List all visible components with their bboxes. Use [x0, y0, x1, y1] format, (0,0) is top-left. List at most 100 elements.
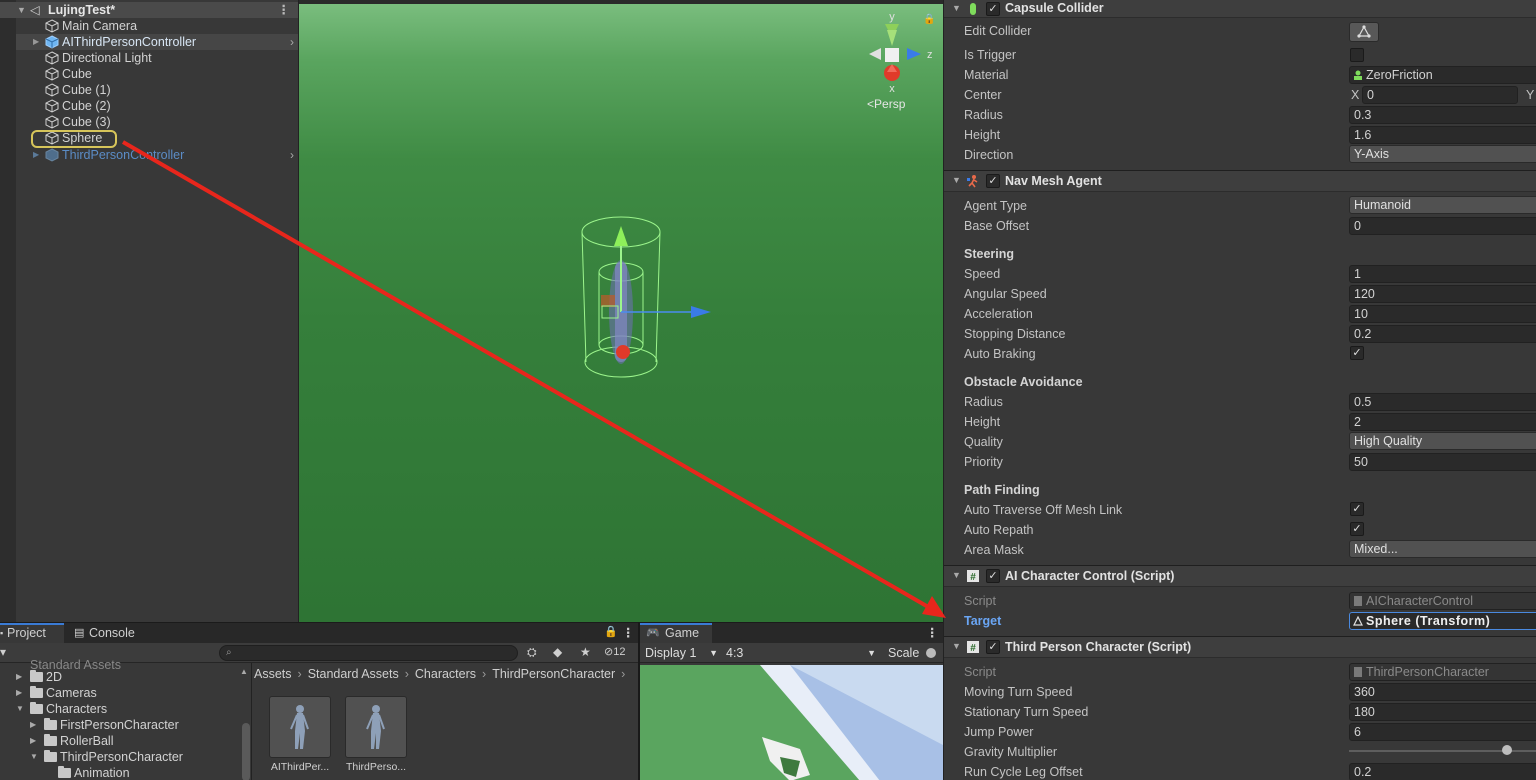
- chevron-right-icon[interactable]: ›: [290, 147, 294, 163]
- direction-dropdown[interactable]: Y-Axis: [1349, 145, 1536, 163]
- scale-slider[interactable]: Scale: [882, 643, 942, 663]
- gameobject-cube-icon: [45, 115, 59, 129]
- hierarchy-item-ai-third-person-controller[interactable]: ▶ AIThirdPersonController ›: [16, 34, 298, 50]
- chevron-right-icon[interactable]: ›: [290, 34, 294, 50]
- asset-thumbnail-third-person[interactable]: [345, 696, 407, 758]
- expand-triangle-icon[interactable]: ▶: [30, 717, 36, 733]
- oa-height-field[interactable]: 2: [1349, 413, 1536, 431]
- base-offset-field[interactable]: 0: [1349, 217, 1536, 235]
- kebab-menu-icon[interactable]: ⋮: [278, 2, 291, 18]
- breadcrumb-item[interactable]: Assets: [254, 667, 292, 681]
- scene-name: LujingTest*: [48, 3, 116, 17]
- foldout-icon[interactable]: ▼: [952, 3, 961, 13]
- stationary-turn-speed-field[interactable]: 180: [1349, 703, 1536, 721]
- jump-power-label: Jump Power: [964, 725, 1034, 739]
- ai-character-control-header[interactable]: ▼ # ✓ AI Character Control (Script): [944, 565, 1536, 587]
- favorite-star-icon[interactable]: ★: [580, 645, 591, 659]
- gravity-multiplier-slider-handle[interactable]: [1502, 745, 1512, 755]
- tree-item-standard-assets[interactable]: Standard Assets: [30, 657, 121, 673]
- foldout-icon[interactable]: ▼: [952, 641, 961, 651]
- hierarchy-item-cube-3[interactable]: Cube (3): [16, 114, 298, 130]
- game-panel: 🎮 Game ⋮ Display 1 ▼ 4:3 ▼ Scale: [640, 622, 943, 780]
- edit-collider-button[interactable]: [1349, 22, 1379, 42]
- oa-radius-field[interactable]: 0.5: [1349, 393, 1536, 411]
- hierarchy-item-third-person-controller[interactable]: ▶ ThirdPersonController ›: [16, 147, 298, 163]
- stopping-distance-field[interactable]: 0.2: [1349, 325, 1536, 343]
- search-by-label-icon[interactable]: ◆: [553, 645, 562, 659]
- scale-slider-handle[interactable]: [926, 648, 936, 658]
- angular-speed-field[interactable]: 120: [1349, 285, 1536, 303]
- is-trigger-checkbox[interactable]: [1350, 48, 1364, 62]
- quality-dropdown[interactable]: High Quality: [1349, 432, 1536, 450]
- game-view[interactable]: [640, 665, 943, 780]
- nav-mesh-agent-header[interactable]: ▼ ✓ Nav Mesh Agent: [944, 170, 1536, 192]
- breadcrumb-item[interactable]: Characters: [415, 667, 476, 681]
- agent-type-dropdown[interactable]: Humanoid: [1349, 196, 1536, 214]
- auto-repath-checkbox[interactable]: ✓: [1350, 522, 1364, 536]
- base-offset-value: 0: [1354, 219, 1361, 233]
- tab-console[interactable]: ▤ Console: [68, 623, 148, 643]
- asset-thumbnail-ai-third-person[interactable]: [269, 696, 331, 758]
- search-by-type-icon[interactable]: ⛭: [527, 645, 537, 660]
- aspect-dropdown[interactable]: 4:3 ▼: [722, 643, 878, 663]
- run-cycle-leg-offset-field[interactable]: 0.2: [1349, 763, 1536, 780]
- breadcrumb-item[interactable]: Standard Assets: [308, 667, 399, 681]
- expand-triangle-icon[interactable]: ▶: [33, 147, 39, 163]
- scroll-up-icon[interactable]: ▲: [240, 667, 248, 676]
- gizmo-z-label: z: [927, 49, 933, 61]
- third-person-character-header[interactable]: ▼ # ✓ Third Person Character (Script): [944, 636, 1536, 658]
- tree-scrollbar[interactable]: [242, 723, 250, 780]
- scene-view[interactable]: y z x <Persp 🔒: [298, 0, 943, 622]
- center-x-field[interactable]: 0: [1362, 86, 1518, 104]
- kebab-menu-icon[interactable]: ⋮: [926, 625, 939, 640]
- hierarchy-item-directional-light[interactable]: Directional Light: [16, 50, 298, 66]
- tree-item-label: RollerBall: [60, 734, 114, 748]
- component-enabled-checkbox[interactable]: ✓: [986, 2, 1000, 16]
- tab-project[interactable]: ▪ Project: [0, 623, 64, 643]
- target-field[interactable]: Sphere (Transform): [1349, 612, 1536, 630]
- tab-game[interactable]: 🎮 Game: [640, 623, 712, 643]
- height-field[interactable]: 1.6: [1349, 126, 1536, 144]
- hierarchy-item-main-camera[interactable]: Main Camera: [16, 18, 298, 34]
- expand-triangle-icon[interactable]: ▼: [16, 701, 24, 717]
- expand-triangle-icon[interactable]: ▶: [30, 733, 36, 749]
- projection-label[interactable]: <Persp: [867, 97, 905, 111]
- gizmo-y-label: y: [889, 11, 895, 23]
- speed-field[interactable]: 1: [1349, 265, 1536, 283]
- area-mask-label: Area Mask: [964, 543, 1024, 557]
- expand-triangle-icon[interactable]: ▶: [16, 669, 22, 685]
- component-enabled-checkbox[interactable]: ✓: [986, 640, 1000, 654]
- lock-icon[interactable]: 🔒: [923, 14, 935, 25]
- auto-traverse-checkbox[interactable]: ✓: [1350, 502, 1364, 516]
- scene-root-row[interactable]: ▼ ◁ LujingTest* ⋮: [0, 2, 298, 18]
- hierarchy-item-cube-2[interactable]: Cube (2): [16, 98, 298, 114]
- create-dropdown-icon[interactable]: ▾: [0, 645, 6, 659]
- lock-icon[interactable]: 🔒: [604, 625, 618, 638]
- component-enabled-checkbox[interactable]: ✓: [986, 174, 1000, 188]
- material-field[interactable]: ZeroFriction: [1349, 66, 1536, 84]
- project-search-input[interactable]: ⌕: [219, 645, 518, 661]
- display-dropdown[interactable]: Display 1 ▼: [640, 643, 720, 663]
- breadcrumb-item[interactable]: ThirdPersonCharacter: [492, 667, 615, 681]
- priority-field[interactable]: 50: [1349, 453, 1536, 471]
- kebab-menu-icon[interactable]: ⋮: [622, 625, 635, 640]
- hierarchy-item-cube-1[interactable]: Cube (1): [16, 82, 298, 98]
- expand-triangle-icon[interactable]: ▼: [30, 749, 38, 765]
- capsule-collider-header[interactable]: ▼ ✓ Capsule Collider: [944, 0, 1536, 18]
- area-mask-dropdown[interactable]: Mixed...: [1349, 540, 1536, 558]
- foldout-icon[interactable]: ▼: [952, 570, 961, 580]
- jump-power-field[interactable]: 6: [1349, 723, 1536, 741]
- hierarchy-item-cube[interactable]: Cube: [16, 66, 298, 82]
- foldout-icon[interactable]: ▼: [952, 175, 961, 185]
- radius-field[interactable]: 0.3: [1349, 106, 1536, 124]
- component-enabled-checkbox[interactable]: ✓: [986, 569, 1000, 583]
- expand-triangle-icon[interactable]: ▶: [33, 34, 39, 50]
- moving-turn-speed-field[interactable]: 360: [1349, 683, 1536, 701]
- scale-label: Scale: [888, 646, 920, 660]
- acceleration-field[interactable]: 10: [1349, 305, 1536, 323]
- edit-shape-icon: [1357, 25, 1371, 38]
- expand-triangle-icon[interactable]: ▼: [17, 2, 26, 18]
- hidden-packages-icon[interactable]: ⊘12: [604, 645, 625, 658]
- auto-braking-checkbox[interactable]: ✓: [1350, 346, 1364, 360]
- expand-triangle-icon[interactable]: ▶: [16, 685, 22, 701]
